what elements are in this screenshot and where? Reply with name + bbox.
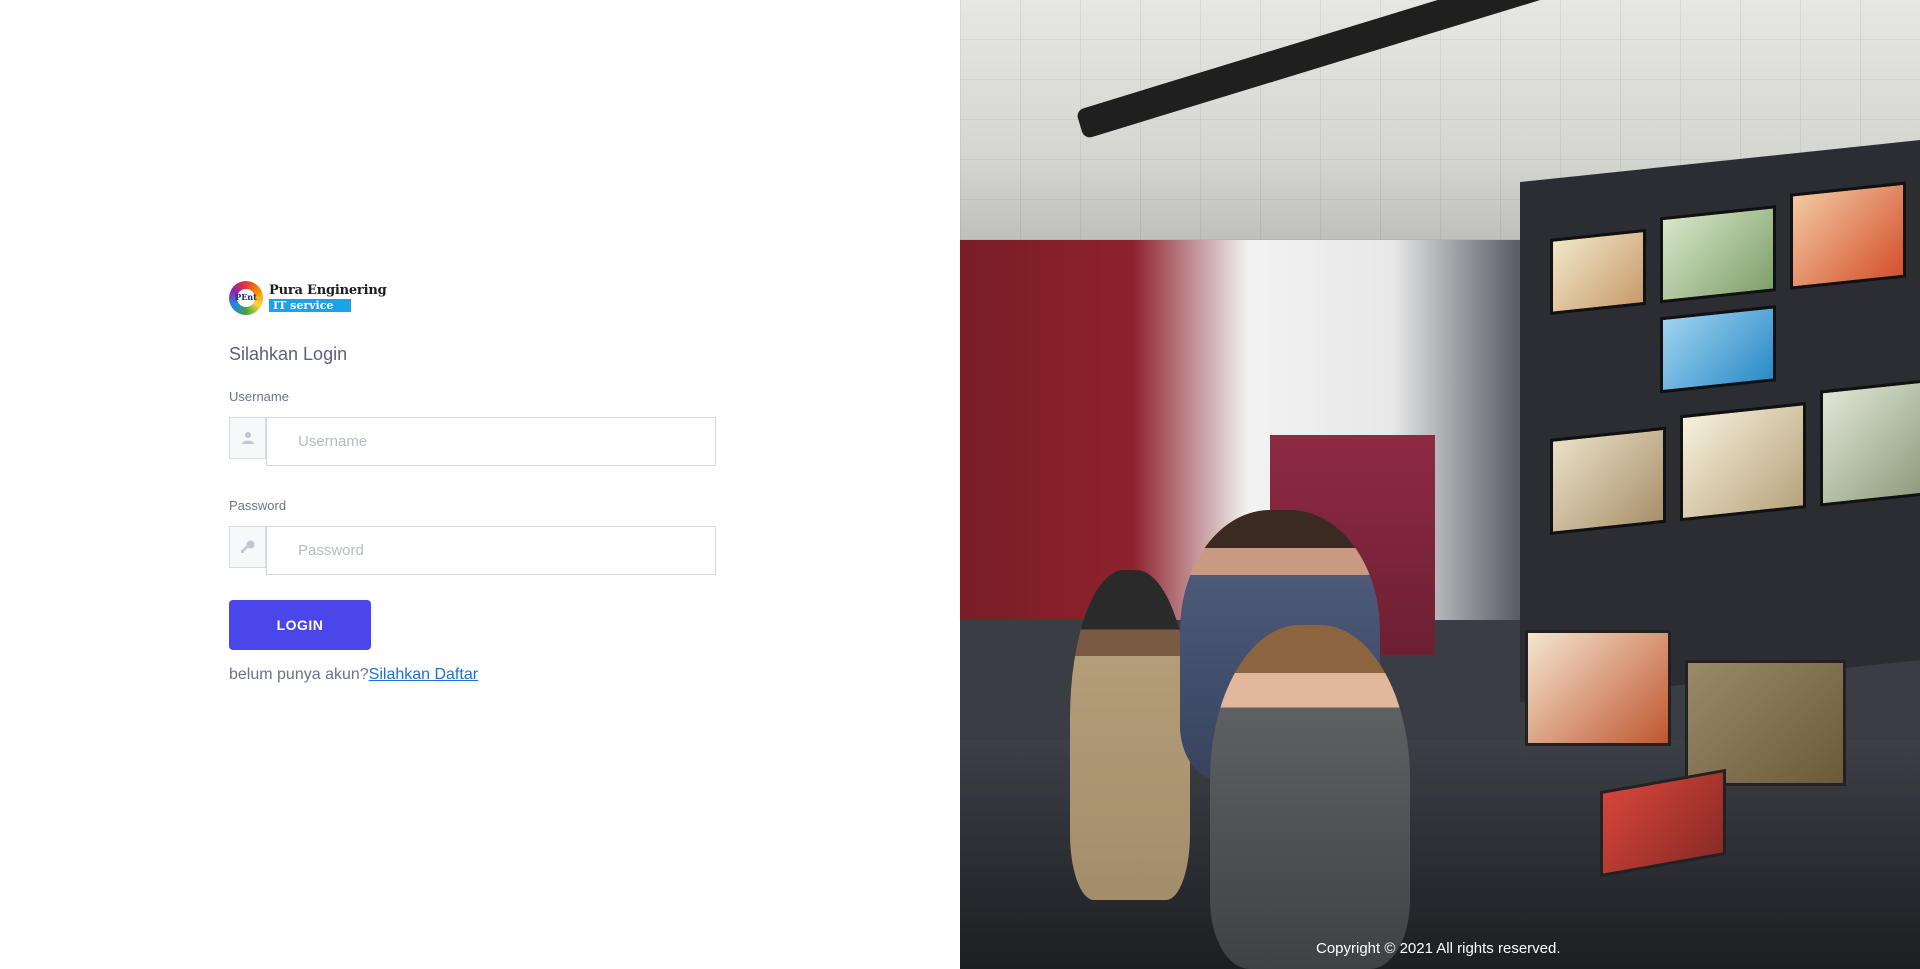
username-label: Username — [229, 389, 289, 404]
password-input[interactable] — [266, 526, 716, 575]
username-field-group — [229, 417, 716, 466]
register-prompt-line: belum punya akun?Silahkan Daftar — [229, 666, 716, 684]
register-link[interactable]: Silahkan Daftar — [369, 666, 478, 683]
login-page: PEnt Pura Enginering IT service Silahkan… — [0, 0, 1920, 969]
hero-screen — [1660, 305, 1776, 394]
login-title: Silahkan Login — [229, 344, 348, 364]
logo-company-name: Pura Enginering — [269, 283, 387, 298]
hero-desk-monitor — [1525, 630, 1671, 746]
hero-screen — [1790, 181, 1906, 290]
login-button[interactable]: LOGIN — [229, 600, 371, 650]
logo-text: Pura Enginering IT service — [269, 283, 387, 312]
register-prompt-text: belum punya akun? — [229, 666, 369, 683]
hero-person-front — [1210, 625, 1410, 969]
hero-screen — [1680, 402, 1806, 522]
password-label: Password — [229, 498, 287, 513]
logo-tagline: IT service — [269, 299, 352, 312]
hero-person-left — [1070, 570, 1190, 900]
hero-screen — [1550, 228, 1646, 315]
user-icon — [229, 417, 266, 459]
login-panel: PEnt Pura Enginering IT service Silahkan… — [0, 0, 960, 969]
copyright-text: Copyright © 2021 All rights reserved. — [1316, 940, 1561, 957]
logo-mark-text: PEnt — [235, 292, 257, 302]
company-logo: PEnt Pura Enginering IT service — [229, 278, 716, 318]
hero-image — [960, 0, 1920, 969]
hero-screen — [1550, 426, 1666, 535]
hero-monitor-wall — [1520, 137, 1920, 703]
hero-screen — [1660, 205, 1776, 304]
logo-mark-icon: PEnt — [229, 281, 263, 315]
hero-screen — [1820, 379, 1920, 507]
hero-desk-monitor — [1685, 660, 1846, 786]
login-form-container: PEnt Pura Enginering IT service Silahkan… — [229, 278, 716, 684]
key-icon — [229, 526, 266, 568]
password-field-group — [229, 526, 716, 575]
username-input[interactable] — [266, 417, 716, 466]
